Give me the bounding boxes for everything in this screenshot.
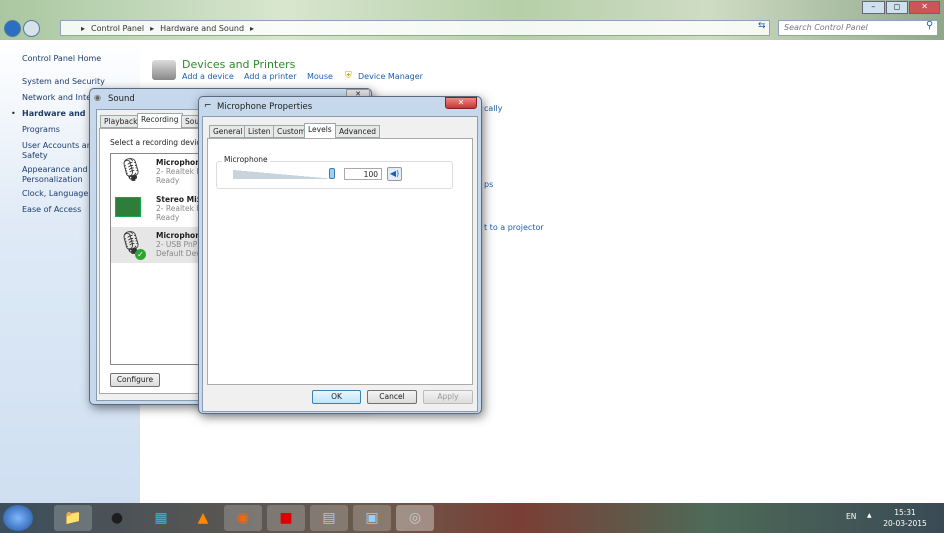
search-icon[interactable]: ⚲ xyxy=(926,20,933,31)
tray-expand-icon[interactable]: ▲ xyxy=(867,512,872,519)
address-bar[interactable]: ▸ Control Panel ▸ Hardware and Sound ▸ xyxy=(60,20,770,36)
speaker-icon: ◉ xyxy=(94,93,101,102)
microphone-icon: 🎙 xyxy=(117,158,145,183)
sidebar-personalization[interactable]: Personalization xyxy=(22,175,83,185)
date: 20-03-2015 xyxy=(883,519,927,528)
device-status: Ready xyxy=(156,176,180,185)
sidebar-control-panel-home[interactable]: Control Panel Home xyxy=(22,54,101,64)
breadcrumb-control-panel[interactable]: Control Panel xyxy=(91,24,144,33)
forward-button[interactable] xyxy=(23,20,40,37)
sidebar-system-security[interactable]: System and Security xyxy=(22,77,105,87)
device-driver: 2- Realtek Hi xyxy=(156,167,205,176)
sidebar-clock-language[interactable]: Clock, Language, a xyxy=(22,189,98,199)
device-manager-link[interactable]: Device Manager xyxy=(358,72,423,81)
device-name: Stereo Mix xyxy=(156,195,202,204)
level-slider[interactable] xyxy=(233,168,335,179)
window-controls: – ◻ ✕ xyxy=(862,1,941,14)
clock[interactable]: 15:31 20-03-2015 xyxy=(880,507,930,529)
apply-button[interactable]: Apply xyxy=(423,390,473,404)
mouse-link[interactable]: Mouse xyxy=(307,72,333,81)
add-printer-link[interactable]: Add a printer xyxy=(244,72,296,81)
shield-icon: ⛨ xyxy=(345,71,352,81)
chevron-right-icon: ▸ xyxy=(150,23,155,33)
configure-button[interactable]: Configure xyxy=(110,373,160,387)
section-title[interactable]: Devices and Printers xyxy=(182,58,295,71)
chevron-right-icon: ▸ xyxy=(250,23,255,33)
refresh-icon[interactable]: ⇆ xyxy=(758,21,766,31)
explorer-taskbar-icon[interactable]: 📁 xyxy=(54,505,92,531)
sidebar-safety[interactable]: Safety xyxy=(22,151,48,161)
sidebar-ease-of-access[interactable]: Ease of Access xyxy=(22,205,81,215)
maximize-button[interactable]: ◻ xyxy=(885,1,909,14)
partial-link[interactable]: cally xyxy=(484,104,502,113)
language-indicator[interactable]: EN xyxy=(846,512,856,521)
tab-recording[interactable]: Recording xyxy=(137,113,183,128)
sidebar-programs[interactable]: Programs xyxy=(22,125,60,135)
device-driver: 2- Realtek Hi xyxy=(156,204,205,213)
taskbar: 📁 ● ▦ ▲ ◉ ■ ▤ ▣ ◎ EN ▲ 15:31 20-03-2015 xyxy=(0,503,944,533)
tab-playback[interactable]: Playback xyxy=(100,115,142,128)
minimize-button[interactable]: – xyxy=(862,1,885,14)
device-status: Default Devi xyxy=(156,249,203,258)
microphone-icon: ⌐ xyxy=(204,101,212,111)
tab-advanced[interactable]: Advanced xyxy=(335,125,381,138)
close-button[interactable]: ✕ xyxy=(445,97,477,109)
cancel-button[interactable]: Cancel xyxy=(367,390,417,404)
word-taskbar-icon[interactable]: ▤ xyxy=(310,505,348,531)
tab-listen[interactable]: Listen xyxy=(244,125,275,138)
sound-card-icon xyxy=(115,197,141,217)
camtasia-taskbar-icon[interactable]: ● xyxy=(98,505,136,531)
instruction-text: Select a recording device xyxy=(110,138,206,147)
sidebar-appearance[interactable]: Appearance and xyxy=(22,165,88,175)
ok-button[interactable]: OK xyxy=(312,390,361,404)
printer-icon xyxy=(152,60,176,80)
level-input[interactable]: 100 xyxy=(344,168,382,180)
back-button[interactable] xyxy=(4,20,21,37)
movie-maker-taskbar-icon[interactable]: ▦ xyxy=(142,505,180,531)
chevron-right-icon: ▸ xyxy=(81,23,86,33)
sidebar-user-accounts[interactable]: User Accounts and xyxy=(22,141,97,151)
partial-link[interactable]: ps xyxy=(484,180,493,189)
partial-link[interactable]: t to a projector xyxy=(484,223,544,232)
tab-levels[interactable]: Levels xyxy=(304,123,336,138)
time: 15:31 xyxy=(894,508,916,517)
firefox-taskbar-icon[interactable]: ◉ xyxy=(224,505,262,531)
device-status: Ready xyxy=(156,213,180,222)
breadcrumb-hardware-sound[interactable]: Hardware and Sound xyxy=(160,24,244,33)
acrobat-taskbar-icon[interactable]: ■ xyxy=(267,505,305,531)
group-label: Microphone xyxy=(222,155,270,164)
add-device-link[interactable]: Add a device xyxy=(182,72,234,81)
close-button[interactable]: ✕ xyxy=(909,1,941,14)
tab-general[interactable]: General xyxy=(209,125,247,138)
default-check-icon: ✓ xyxy=(135,249,146,260)
search-input[interactable]: Search Control Panel xyxy=(778,20,938,36)
bullet-icon: • xyxy=(11,109,16,118)
slider-thumb[interactable] xyxy=(329,168,335,179)
vlc-taskbar-icon[interactable]: ▲ xyxy=(184,505,222,531)
sidebar-network[interactable]: Network and Inter xyxy=(22,93,94,103)
sidebar-hardware-sound[interactable]: Hardware and So xyxy=(22,109,100,119)
sound-taskbar-icon[interactable]: ◎ xyxy=(396,505,434,531)
microphone-properties-dialog: ⌐ Microphone Properties ✕ General Listen… xyxy=(198,96,482,414)
speaker-mute-icon[interactable]: ◀) xyxy=(387,167,402,181)
properties-title: Microphone Properties xyxy=(217,102,313,112)
control-panel-taskbar-icon[interactable]: ▣ xyxy=(353,505,391,531)
start-button[interactable] xyxy=(3,505,33,531)
sound-title: Sound xyxy=(108,94,135,104)
